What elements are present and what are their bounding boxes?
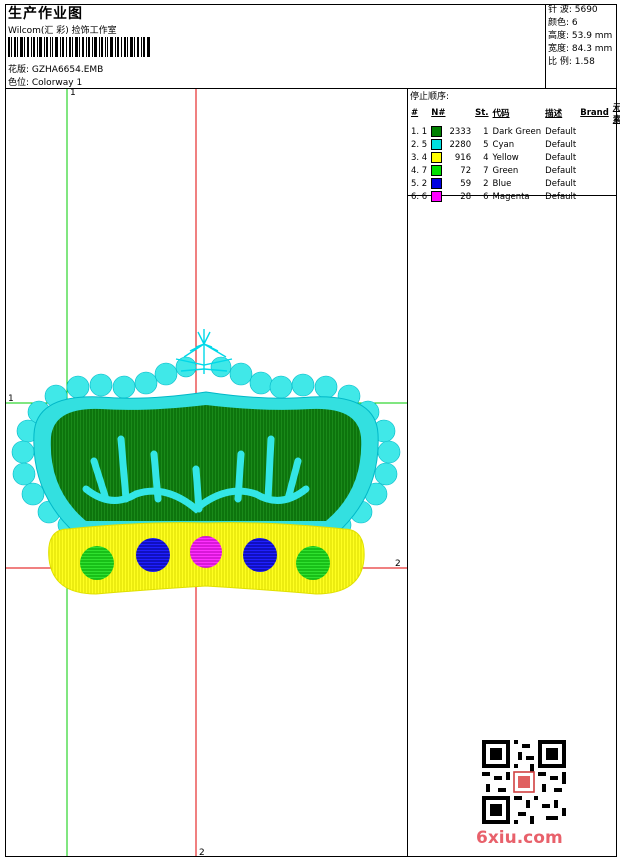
guide-label-top: 1 (70, 89, 76, 98)
qr-code (482, 740, 566, 824)
color-swatch (431, 152, 443, 163)
cell-code: 2 (483, 178, 489, 189)
cell-brand: Default (545, 139, 577, 150)
element-cell (578, 138, 611, 151)
cell-code: 6 (483, 191, 489, 202)
color-swatch (431, 191, 443, 202)
column-header (447, 101, 473, 125)
color-swatch-cell (429, 125, 447, 138)
column-header: # (411, 108, 419, 118)
cell-st: 916 (454, 152, 472, 163)
cell-idx: 4. 7 (411, 165, 428, 176)
cell-code: 5 (483, 139, 489, 150)
cell-code: 7 (483, 165, 489, 176)
color-swatch-cell (429, 164, 447, 177)
barcode (8, 37, 150, 57)
cell-desc: Blue (492, 178, 512, 189)
cell-st: 28 (460, 191, 472, 202)
guide-label-right: 2 (395, 559, 401, 569)
cell-desc: Yellow (492, 152, 519, 163)
table-row: 6. 6 28 6 Magenta Default (409, 190, 620, 203)
column-header: N# (431, 108, 446, 118)
cell-idx: 6. 6 (411, 191, 428, 202)
cell-brand: Default (545, 165, 577, 176)
element-cell (578, 177, 611, 190)
stat-colors: 颜色: 6 (548, 18, 578, 28)
stats-panel: 针 波: 5690 颜色: 6 高度: 53.9 mm 宽度: 84.3 mm … (545, 4, 617, 88)
stat-width: 宽度: 84.3 mm (548, 44, 613, 54)
column-header: St. (475, 108, 489, 118)
element-cell (578, 190, 611, 203)
column-header: Brand (580, 108, 609, 118)
cell-idx: 2. 5 (411, 139, 428, 150)
cell-st: 72 (460, 165, 472, 176)
color-swatch (431, 139, 443, 150)
jewel-magenta-center (190, 536, 222, 568)
cell-desc: Green (492, 165, 519, 176)
color-swatch (431, 178, 443, 189)
cell-idx: 3. 4 (411, 152, 428, 163)
guide-label-bottom: 2 (199, 848, 205, 856)
cell-st: 59 (460, 178, 472, 189)
company-name: Wilcom(汇 彩) 捡饰工作室 (8, 26, 117, 36)
element-cell (578, 125, 611, 138)
cell-code: 4 (483, 152, 489, 163)
pattern-file: 花版: GZHA6654.EMB (8, 65, 104, 75)
table-row: 4. 7 72 7 Green Default (409, 164, 620, 177)
divider (407, 88, 408, 857)
stop-sequence-table: # N# St. 代码 描述 Brand 元素 1. 1 2333 1 Dark Gr… (409, 101, 620, 203)
embroidery-preview: 1 1 2 2 (6, 89, 407, 856)
guide-label-left: 1 (8, 394, 14, 404)
cell-idx: 1. 1 (411, 126, 428, 137)
element-cell (578, 151, 611, 164)
table-header-row: # N# St. 代码 描述 Brand 元素 (409, 101, 620, 125)
cell-brand: Default (545, 191, 577, 202)
colorway: 色位: Colorway 1 (8, 78, 83, 88)
watermark-logo: 6xiu.com (476, 828, 563, 848)
cell-desc: Dark Green (492, 126, 542, 137)
column-header: 元素 (612, 103, 620, 125)
column-header: 描述 (545, 109, 563, 119)
color-swatch-cell (429, 151, 447, 164)
table-row: 5. 2 59 2 Blue Default (409, 177, 620, 190)
cell-brand: Default (545, 152, 577, 163)
cell-desc: Magenta (492, 191, 530, 202)
cell-idx: 5. 2 (411, 178, 428, 189)
color-swatch-cell (429, 138, 447, 151)
table-row: 3. 4 916 4 Yellow Default (409, 151, 620, 164)
stat-stitches: 针 波: 5690 (548, 5, 598, 15)
cell-desc: Cyan (492, 139, 515, 150)
jewel-green-left (80, 546, 114, 580)
table-row: 2. 5 2280 5 Cyan Default (409, 138, 620, 151)
stat-height: 高度: 53.9 mm (548, 31, 613, 41)
column-header: 代码 (492, 109, 510, 119)
cell-code: 1 (483, 126, 489, 137)
cell-brand: Default (545, 126, 577, 137)
jewel-green-right (296, 546, 330, 580)
table-row: 1. 1 2333 1 Dark Green Default (409, 125, 620, 138)
color-swatch-cell (429, 177, 447, 190)
jewel-blue-right (243, 538, 277, 572)
stat-ratio: 比 例: 1.58 (548, 57, 595, 67)
page-title: 生产作业图 (8, 6, 83, 22)
element-cell (578, 164, 611, 177)
cell-st: 2333 (449, 126, 472, 137)
color-swatch (431, 126, 443, 137)
cell-st: 2280 (449, 139, 472, 150)
cell-brand: Default (545, 178, 577, 189)
color-swatch-cell (429, 190, 447, 203)
jewel-blue-left (136, 538, 170, 572)
color-swatch (431, 165, 443, 176)
